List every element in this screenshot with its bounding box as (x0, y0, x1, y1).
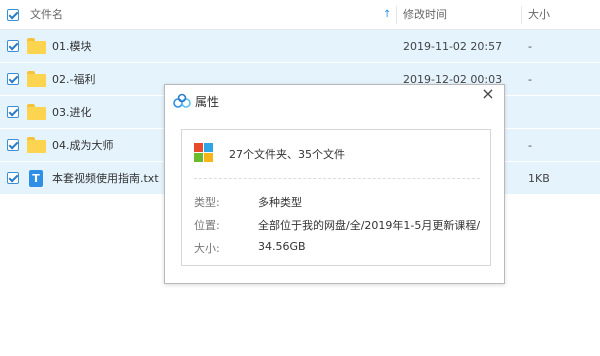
column-header-modified[interactable]: 修改时间 (403, 0, 447, 30)
column-header-size[interactable]: 大小 (528, 0, 550, 30)
dialog-title: 属性 (195, 95, 220, 109)
text-file-icon: T (29, 170, 43, 187)
file-list-header: 文件名 ↑ 修改时间 大小 (0, 0, 600, 30)
file-size: - (528, 73, 532, 86)
row-checkbox[interactable] (7, 40, 19, 52)
location-value: 全部位于我的网盘/全/2019年1-5月更新课程/20... (258, 219, 480, 232)
column-divider (521, 6, 522, 24)
row-checkbox[interactable] (7, 172, 19, 184)
column-header-name[interactable]: 文件名 (30, 0, 63, 30)
row-checkbox[interactable] (7, 73, 19, 85)
folder-icon (27, 71, 46, 87)
file-modified: 2019-11-02 20:57 (403, 40, 503, 53)
file-name[interactable]: 02.-福利 (52, 63, 95, 96)
file-name[interactable]: 04.成为大师 (52, 129, 114, 162)
type-value: 多种类型 (258, 196, 302, 209)
size-label: 大小: (194, 242, 220, 255)
file-size: - (528, 40, 532, 53)
properties-panel: 27个文件夹、35个文件 类型: 多种类型 位置: 全部位于我的网盘/全/201… (181, 129, 491, 266)
cloud-icon (173, 93, 191, 108)
sort-ascending-icon[interactable]: ↑ (383, 0, 391, 30)
file-name[interactable]: 01.模块 (52, 30, 92, 63)
properties-dialog: 属性 × 27个文件夹、35个文件 类型: 多种类型 位置: 全部位于我的网盘/… (164, 84, 505, 284)
select-all-checkbox[interactable] (7, 9, 19, 21)
file-name[interactable]: 03.进化 (52, 96, 92, 129)
location-label: 位置: (194, 219, 220, 232)
multi-type-tiles-icon (194, 143, 214, 163)
file-name[interactable]: 本套视频使用指南.txt (52, 162, 159, 195)
row-checkbox[interactable] (7, 139, 19, 151)
file-row[interactable]: 01.模块 2019-11-02 20:57 - (0, 30, 600, 63)
folder-icon (27, 137, 46, 153)
close-icon[interactable]: × (481, 85, 495, 103)
row-checkbox[interactable] (7, 106, 19, 118)
column-divider (396, 6, 397, 24)
folder-icon (27, 38, 46, 54)
selection-summary: 27个文件夹、35个文件 (229, 148, 345, 161)
file-size: - (528, 139, 532, 152)
file-size: 1KB (528, 172, 550, 185)
size-value: 34.56GB (258, 240, 306, 253)
folder-icon (27, 104, 46, 120)
type-label: 类型: (194, 196, 220, 209)
divider (194, 178, 480, 179)
